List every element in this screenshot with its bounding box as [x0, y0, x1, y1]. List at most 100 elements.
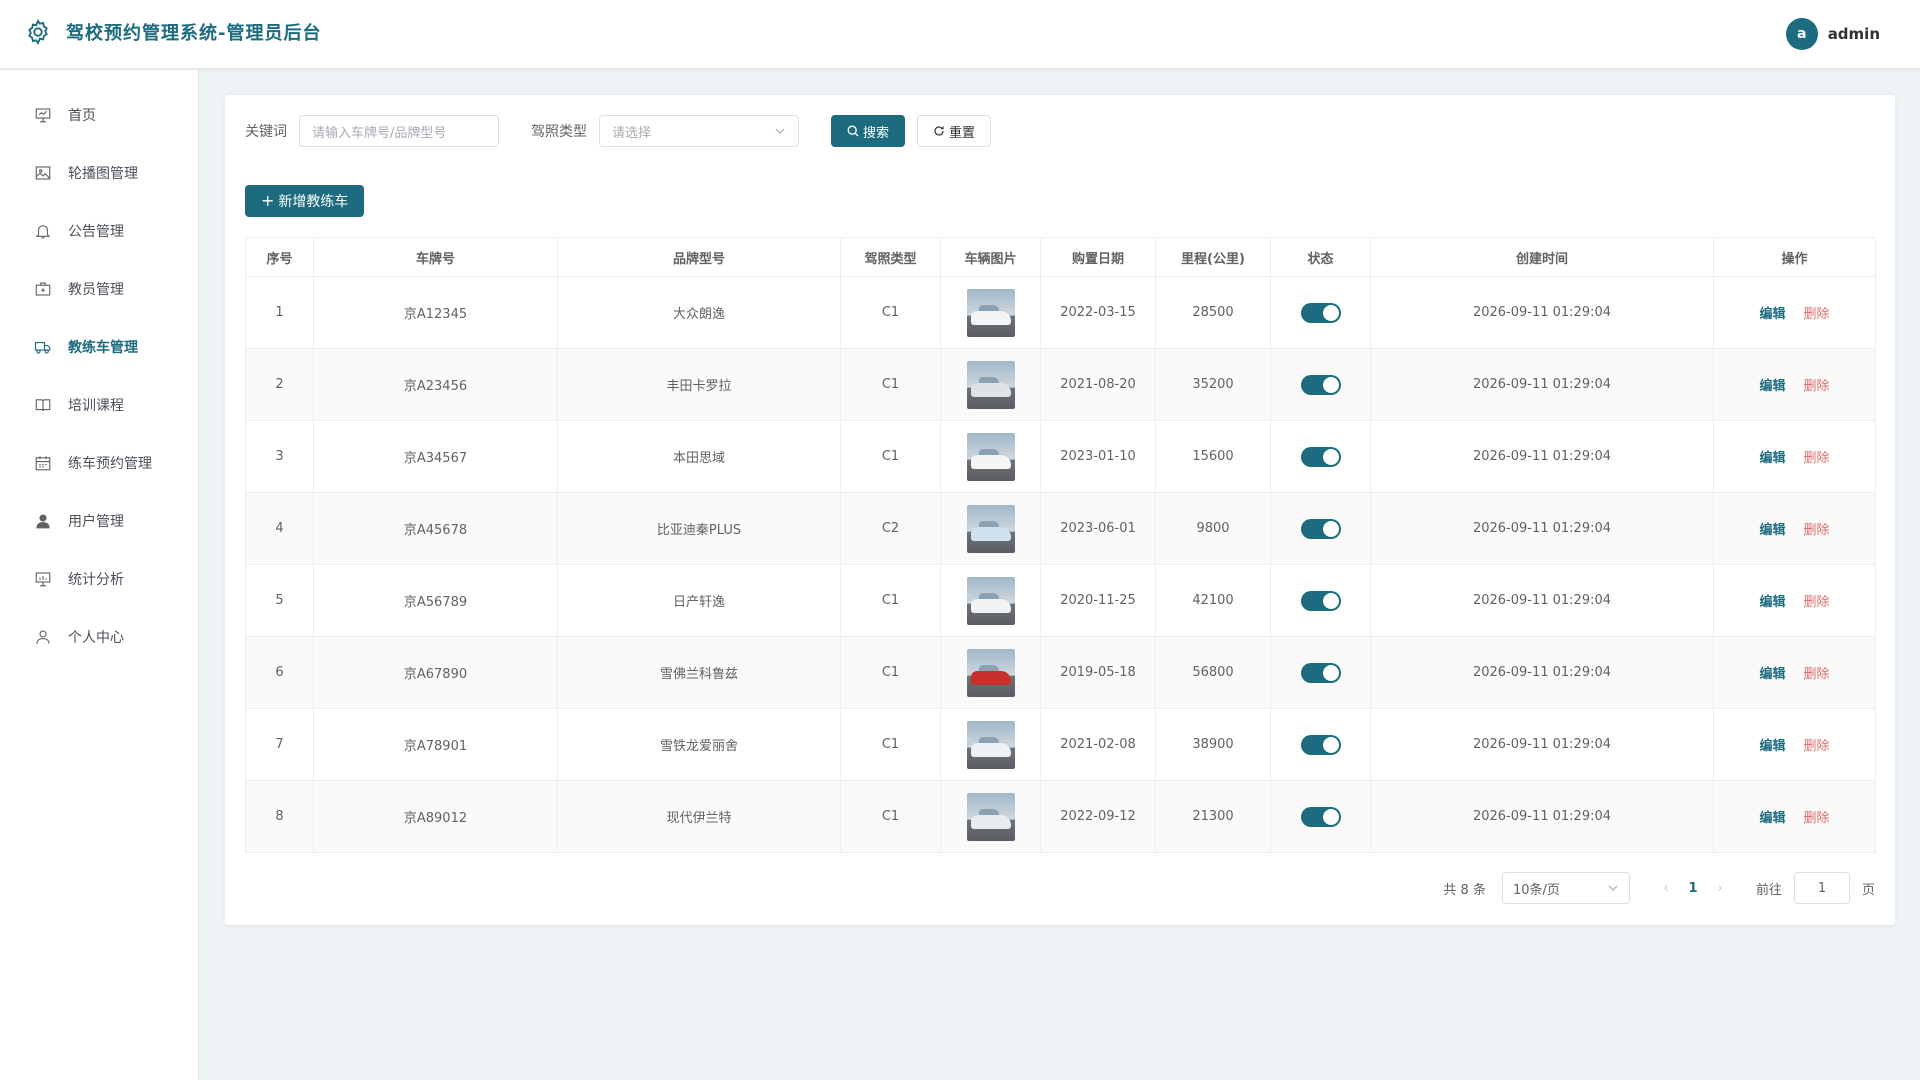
- avatar[interactable]: a: [1785, 18, 1818, 50]
- cell-mileage: 38900: [1155, 708, 1271, 781]
- status-toggle[interactable]: [1300, 734, 1341, 755]
- status-toggle[interactable]: [1300, 806, 1341, 827]
- main-card: 关键词 请输入车牌号/品牌型号 驾照类型 请选择 搜索 重置 + 新增教练车 序…: [225, 95, 1895, 925]
- table-row: 5 京A56789 日产轩逸 C1 2020-11-25 42100 2026-09-11 …: [245, 564, 1876, 637]
- cell-index: 5: [245, 564, 314, 637]
- car-body: [970, 454, 1011, 469]
- edit-link[interactable]: 编辑: [1759, 519, 1785, 538]
- search-button[interactable]: 搜索: [831, 115, 906, 147]
- cell-license: C1: [840, 708, 941, 781]
- cell-actions: 编辑 删除: [1713, 636, 1876, 709]
- cell-actions: 编辑 删除: [1713, 492, 1876, 565]
- cell-image: [940, 564, 1041, 637]
- cell-actions: 编辑 删除: [1713, 420, 1876, 493]
- vehicle-thumbnail[interactable]: [966, 792, 1015, 841]
- sidebar-item-notice[interactable]: 公告管理: [0, 202, 198, 260]
- sidebar-item-profile[interactable]: 个人中心: [0, 608, 198, 666]
- edit-link[interactable]: 编辑: [1759, 447, 1785, 466]
- vehicle-thumbnail[interactable]: [966, 360, 1015, 409]
- sidebar-item-label: 公告管理: [68, 224, 124, 240]
- delete-link[interactable]: 删除: [1804, 447, 1830, 466]
- status-toggle[interactable]: [1300, 590, 1341, 611]
- license-select[interactable]: 请选择: [599, 115, 799, 147]
- top-header: 驾校预约管理系统-管理员后台 a admin: [0, 0, 1920, 69]
- page-size-select[interactable]: 10条/页: [1501, 872, 1630, 904]
- vehicle-thumbnail[interactable]: [966, 576, 1015, 625]
- cell-license: C1: [840, 636, 941, 709]
- page-number[interactable]: 1: [1676, 881, 1710, 896]
- delete-link[interactable]: 删除: [1804, 519, 1830, 538]
- bell-icon: [35, 225, 51, 239]
- cell-image: [940, 708, 1041, 781]
- edit-link[interactable]: 编辑: [1759, 591, 1785, 610]
- status-toggle[interactable]: [1300, 662, 1341, 683]
- vehicle-thumbnail[interactable]: [966, 288, 1015, 337]
- plus-icon: +: [261, 191, 275, 210]
- prev-page-icon[interactable]: ‹: [1656, 881, 1676, 896]
- sidebar-item-home[interactable]: 首页: [0, 86, 198, 144]
- cell-created: 2026-09-11 01:29:04: [1370, 636, 1714, 709]
- table-row: 1 京A12345 大众朗逸 C1 2022-03-15 28500 2026-09-11 …: [245, 276, 1876, 349]
- delete-link[interactable]: 删除: [1804, 303, 1830, 322]
- delete-link[interactable]: 删除: [1804, 375, 1830, 394]
- cell-status: [1270, 564, 1371, 637]
- cell-model: 日产轩逸: [557, 564, 841, 637]
- briefcase-icon: [35, 282, 51, 296]
- cell-plate: 京A23456: [313, 348, 558, 421]
- vehicle-thumbnail[interactable]: [966, 720, 1015, 769]
- status-toggle[interactable]: [1300, 518, 1341, 539]
- next-page-icon[interactable]: ›: [1710, 881, 1730, 896]
- edit-link[interactable]: 编辑: [1759, 735, 1785, 754]
- sidebar-item-label: 首页: [68, 108, 96, 124]
- car-body: [970, 670, 1011, 685]
- cell-mileage: 15600: [1155, 420, 1271, 493]
- column-header: 车辆图片: [940, 237, 1041, 277]
- cell-date: 2023-06-01: [1040, 492, 1156, 565]
- goto-page-input[interactable]: 1: [1793, 872, 1850, 904]
- sidebar-item-instructor[interactable]: 教员管理: [0, 260, 198, 318]
- cell-model: 雪铁龙爱丽舍: [557, 708, 841, 781]
- edit-link[interactable]: 编辑: [1759, 303, 1785, 322]
- edit-link[interactable]: 编辑: [1759, 663, 1785, 682]
- vehicle-thumbnail[interactable]: [966, 432, 1015, 481]
- cell-date: 2019-05-18: [1040, 636, 1156, 709]
- user-name[interactable]: admin: [1828, 25, 1880, 43]
- status-toggle[interactable]: [1300, 446, 1341, 467]
- cell-license: C1: [840, 564, 941, 637]
- column-header: 品牌型号: [557, 237, 841, 277]
- brand: 驾校预约管理系统-管理员后台: [24, 18, 321, 46]
- vehicle-thumbnail[interactable]: [966, 504, 1015, 553]
- sidebar-item-booking[interactable]: 练车预约管理: [0, 434, 198, 492]
- cell-date: 2021-02-08: [1040, 708, 1156, 781]
- sidebar-item-label: 用户管理: [68, 514, 124, 530]
- cell-status: [1270, 708, 1371, 781]
- sidebar-item-carousel[interactable]: 轮播图管理: [0, 144, 198, 202]
- reset-button[interactable]: 重置: [917, 115, 992, 147]
- sidebar-item-vehicle[interactable]: 教练车管理: [0, 318, 198, 376]
- edit-link[interactable]: 编辑: [1759, 375, 1785, 394]
- sidebar-item-course[interactable]: 培训课程: [0, 376, 198, 434]
- edit-link[interactable]: 编辑: [1759, 807, 1785, 826]
- delete-link[interactable]: 删除: [1804, 591, 1830, 610]
- user-menu[interactable]: a admin: [1785, 18, 1880, 50]
- filter-bar: 关键词 请输入车牌号/品牌型号 驾照类型 请选择 搜索 重置: [245, 115, 992, 147]
- status-toggle[interactable]: [1300, 374, 1341, 395]
- delete-link[interactable]: 删除: [1804, 807, 1830, 826]
- cell-date: 2023-01-10: [1040, 420, 1156, 493]
- vehicle-thumbnail[interactable]: [966, 648, 1015, 697]
- add-vehicle-button[interactable]: + 新增教练车: [245, 185, 365, 217]
- car-body: [970, 598, 1011, 613]
- car-body: [970, 310, 1011, 325]
- search-icon: [847, 125, 859, 137]
- presentation-icon: [35, 108, 51, 123]
- cell-image: [940, 276, 1041, 349]
- delete-link[interactable]: 删除: [1804, 735, 1830, 754]
- sidebar-item-statistics[interactable]: 统计分析: [0, 550, 198, 608]
- delete-link[interactable]: 删除: [1804, 663, 1830, 682]
- chevron-down-icon: [775, 128, 785, 134]
- goto-label: 前往: [1755, 882, 1782, 898]
- sidebar-item-users[interactable]: 用户管理: [0, 492, 198, 550]
- cell-status: [1270, 420, 1371, 493]
- status-toggle[interactable]: [1300, 302, 1341, 323]
- keyword-input[interactable]: 请输入车牌号/品牌型号: [299, 115, 499, 147]
